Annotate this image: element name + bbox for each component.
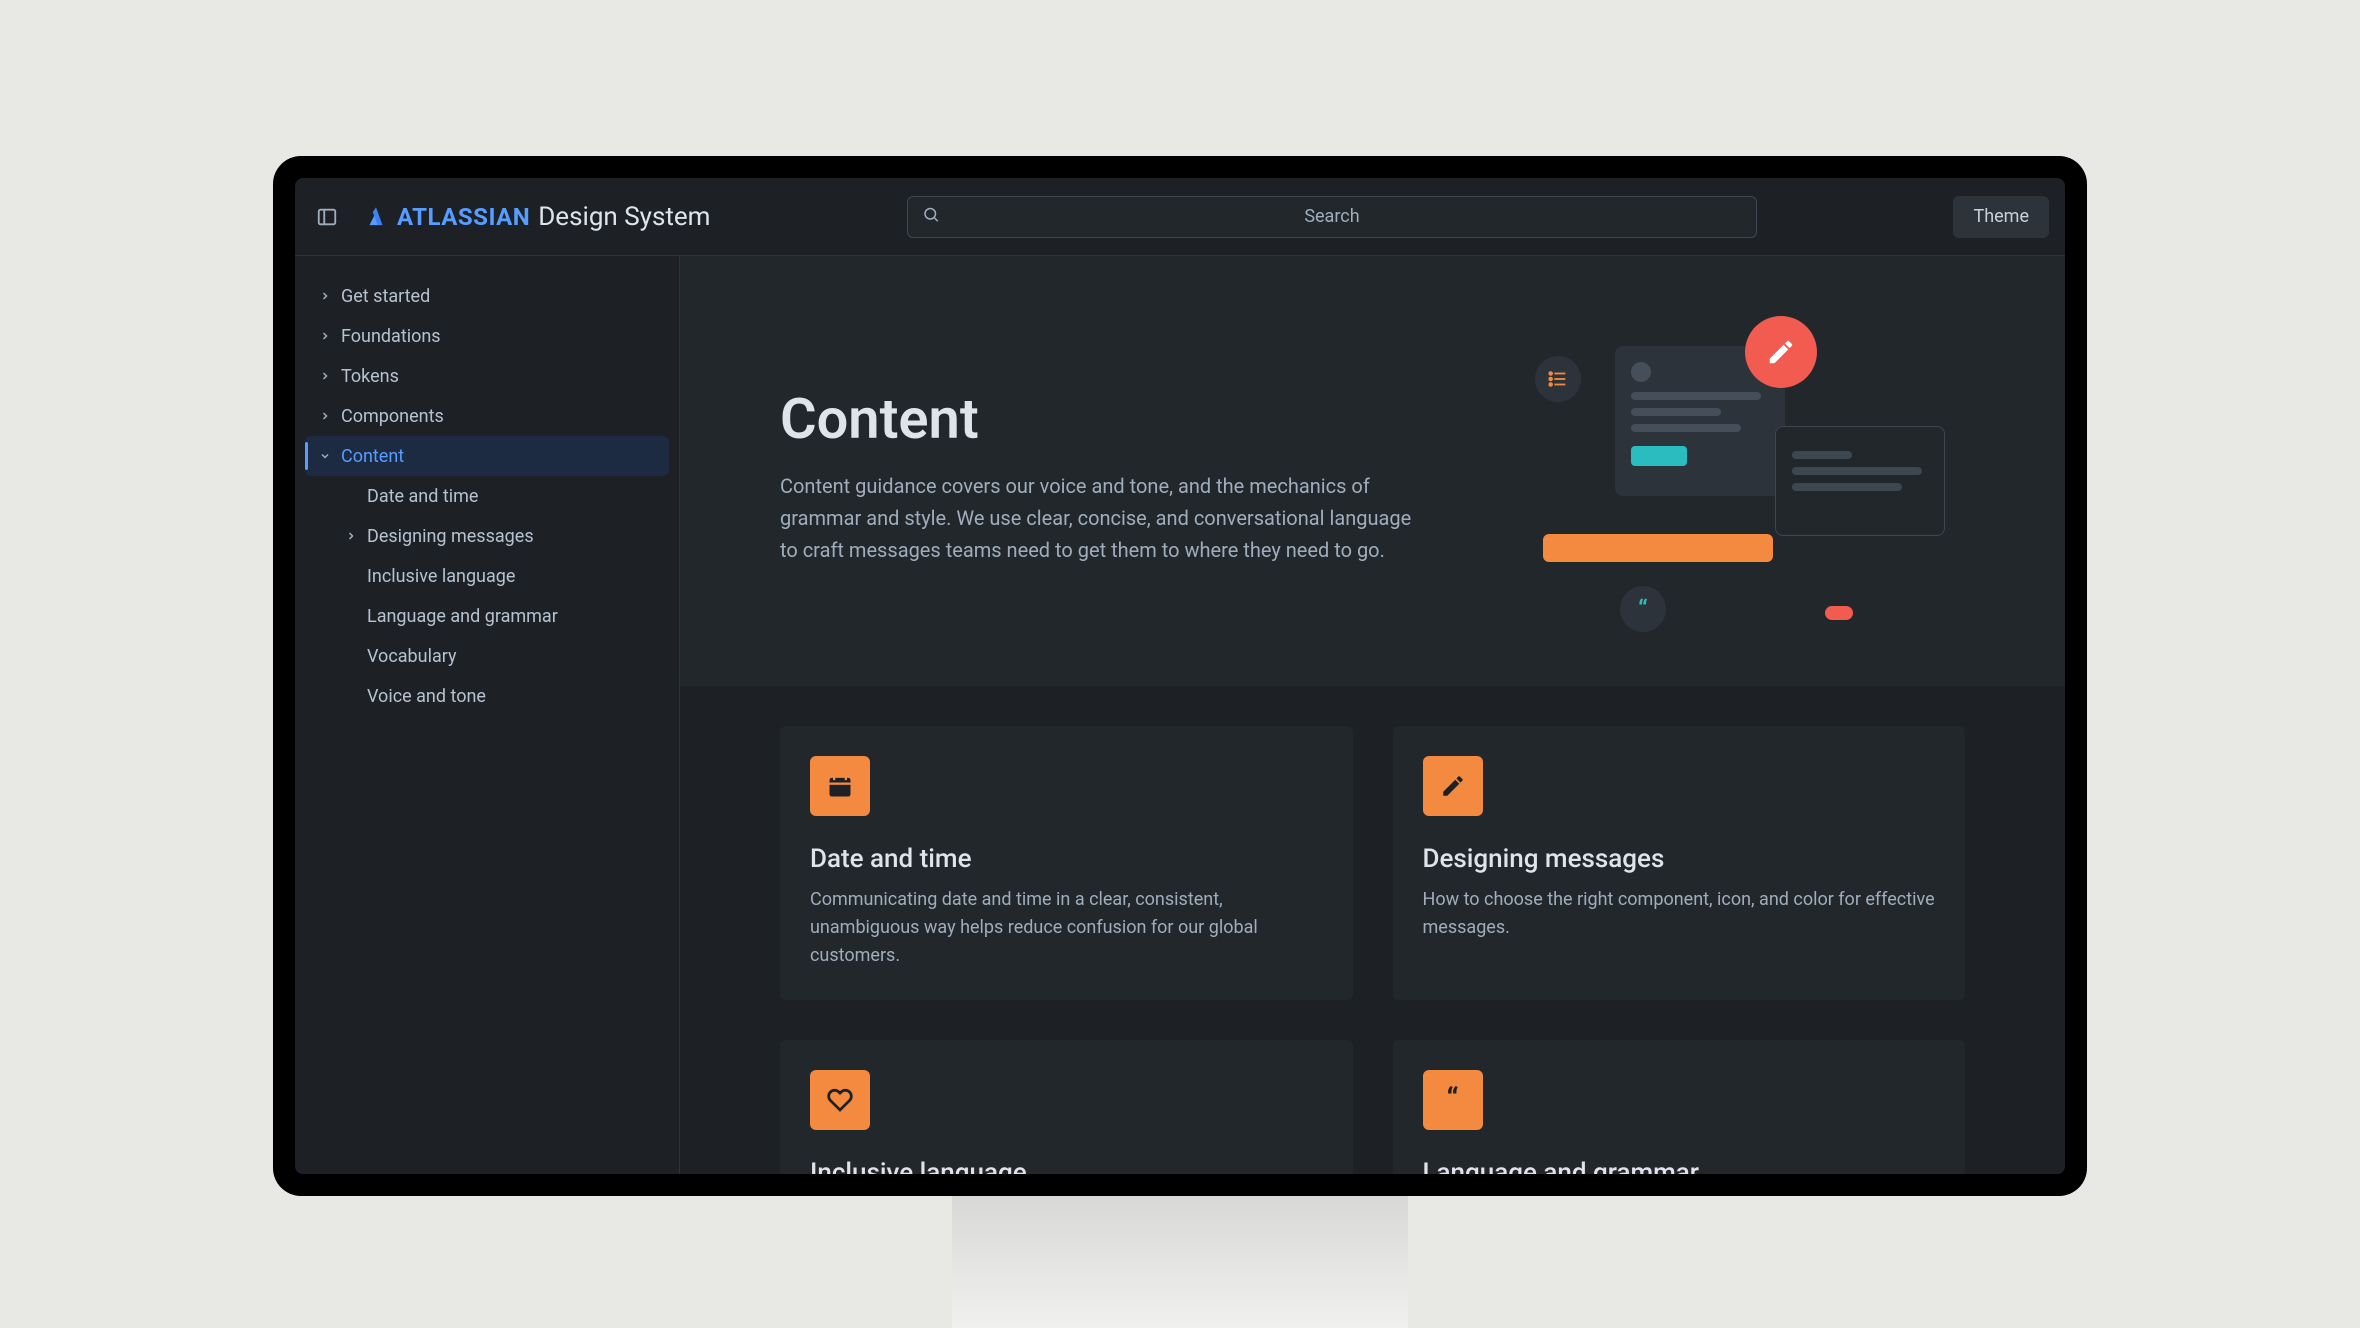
- card-language-and-grammar[interactable]: “ Language and grammar Use conventions t…: [1393, 1040, 1966, 1174]
- sidebar-item-tokens[interactable]: Tokens: [305, 356, 669, 396]
- art-quote-badge: “: [1620, 586, 1666, 632]
- monitor-frame: ATLASSIAN Design System Search Theme: [273, 156, 2087, 1196]
- sidebar-item-label: Designing messages: [367, 526, 534, 547]
- theme-button[interactable]: Theme: [1953, 196, 2049, 238]
- sidebar-item-designing-messages[interactable]: Designing messages: [331, 516, 669, 556]
- art-dot: [1825, 606, 1853, 620]
- sidebar-item-foundations[interactable]: Foundations: [305, 316, 669, 356]
- card-title: Language and grammar: [1423, 1158, 1936, 1174]
- sidebar-item-get-started[interactable]: Get started: [305, 276, 669, 316]
- sidebar-item-label: Voice and tone: [367, 686, 486, 707]
- chevron-right-icon: [317, 370, 333, 382]
- art-list-badge: [1535, 356, 1581, 402]
- page-description: Content guidance covers our voice and to…: [780, 470, 1420, 566]
- sidebar-item-label: Get started: [341, 286, 430, 307]
- art-card-2: [1775, 426, 1945, 536]
- sidebar-item-voice-and-tone[interactable]: Voice and tone: [331, 676, 669, 716]
- sidebar-item-label: Date and time: [367, 486, 478, 507]
- topbar: ATLASSIAN Design System Search Theme: [295, 178, 2065, 256]
- brand-wordmark: ATLASSIAN: [397, 203, 530, 231]
- card-title: Designing messages: [1423, 844, 1936, 874]
- search-icon: [922, 205, 940, 228]
- card-inclusive-language[interactable]: Inclusive language Inclusive language is…: [780, 1040, 1353, 1174]
- sidebar-content-children: Date and time Designing messages Inclusi…: [305, 476, 669, 716]
- sidebar-item-label: Content: [341, 446, 404, 467]
- sidebar-item-vocabulary[interactable]: Vocabulary: [331, 636, 669, 676]
- chevron-down-icon: [317, 450, 333, 462]
- atlassian-logo-icon: [363, 204, 389, 230]
- card-title: Date and time: [810, 844, 1323, 874]
- panel-left-icon: [316, 206, 338, 228]
- card-description: How to choose the right component, icon,…: [1423, 886, 1936, 942]
- sidebar-toggle-button[interactable]: [311, 201, 343, 233]
- sidebar-item-inclusive-language[interactable]: Inclusive language: [331, 556, 669, 596]
- sidebar: Get started Foundations Tokens: [295, 256, 680, 1174]
- app-screen: ATLASSIAN Design System Search Theme: [295, 178, 2065, 1174]
- cards-grid: Date and time Communicating date and tim…: [680, 686, 2065, 1174]
- app-body: Get started Foundations Tokens: [295, 256, 2065, 1174]
- brand-logo[interactable]: ATLASSIAN Design System: [363, 202, 710, 232]
- sidebar-item-components[interactable]: Components: [305, 396, 669, 436]
- chevron-right-icon: [317, 290, 333, 302]
- sidebar-item-label: Language and grammar: [367, 606, 558, 627]
- card-date-and-time[interactable]: Date and time Communicating date and tim…: [780, 726, 1353, 1000]
- sidebar-item-label: Tokens: [341, 366, 399, 387]
- heart-icon: [810, 1070, 870, 1130]
- page-title: Content: [780, 386, 1465, 452]
- art-bar: [1543, 534, 1773, 562]
- sidebar-item-label: Vocabulary: [367, 646, 457, 667]
- calendar-icon: [810, 756, 870, 816]
- brand-subtitle: Design System: [538, 202, 710, 232]
- sidebar-item-language-and-grammar[interactable]: Language and grammar: [331, 596, 669, 636]
- card-title: Inclusive language: [810, 1158, 1323, 1174]
- hero-text: Content Content guidance covers our voic…: [780, 386, 1465, 566]
- art-edit-badge: [1745, 316, 1817, 388]
- chevron-right-icon: [317, 410, 333, 422]
- card-designing-messages[interactable]: Designing messages How to choose the rig…: [1393, 726, 1966, 1000]
- search-wrap: Search: [730, 196, 1933, 238]
- main-content: Content Content guidance covers our voic…: [680, 256, 2065, 1174]
- monitor-stand: [952, 1196, 1408, 1328]
- quote-icon: “: [1423, 1070, 1483, 1130]
- sidebar-item-label: Components: [341, 406, 444, 427]
- chevron-right-icon: [317, 330, 333, 342]
- sidebar-item-date-and-time[interactable]: Date and time: [331, 476, 669, 516]
- sidebar-item-label: Foundations: [341, 326, 441, 347]
- sidebar-item-label: Inclusive language: [367, 566, 515, 587]
- search-input[interactable]: Search: [907, 196, 1757, 238]
- hero: Content Content guidance covers our voic…: [680, 256, 2065, 686]
- pencil-icon: [1423, 756, 1483, 816]
- sidebar-item-content[interactable]: Content: [305, 436, 669, 476]
- card-description: Communicating date and time in a clear, …: [810, 886, 1323, 970]
- hero-illustration: “: [1525, 316, 1965, 636]
- search-placeholder: Search: [1304, 206, 1359, 227]
- theme-label: Theme: [1973, 206, 2029, 227]
- chevron-right-icon: [343, 530, 359, 542]
